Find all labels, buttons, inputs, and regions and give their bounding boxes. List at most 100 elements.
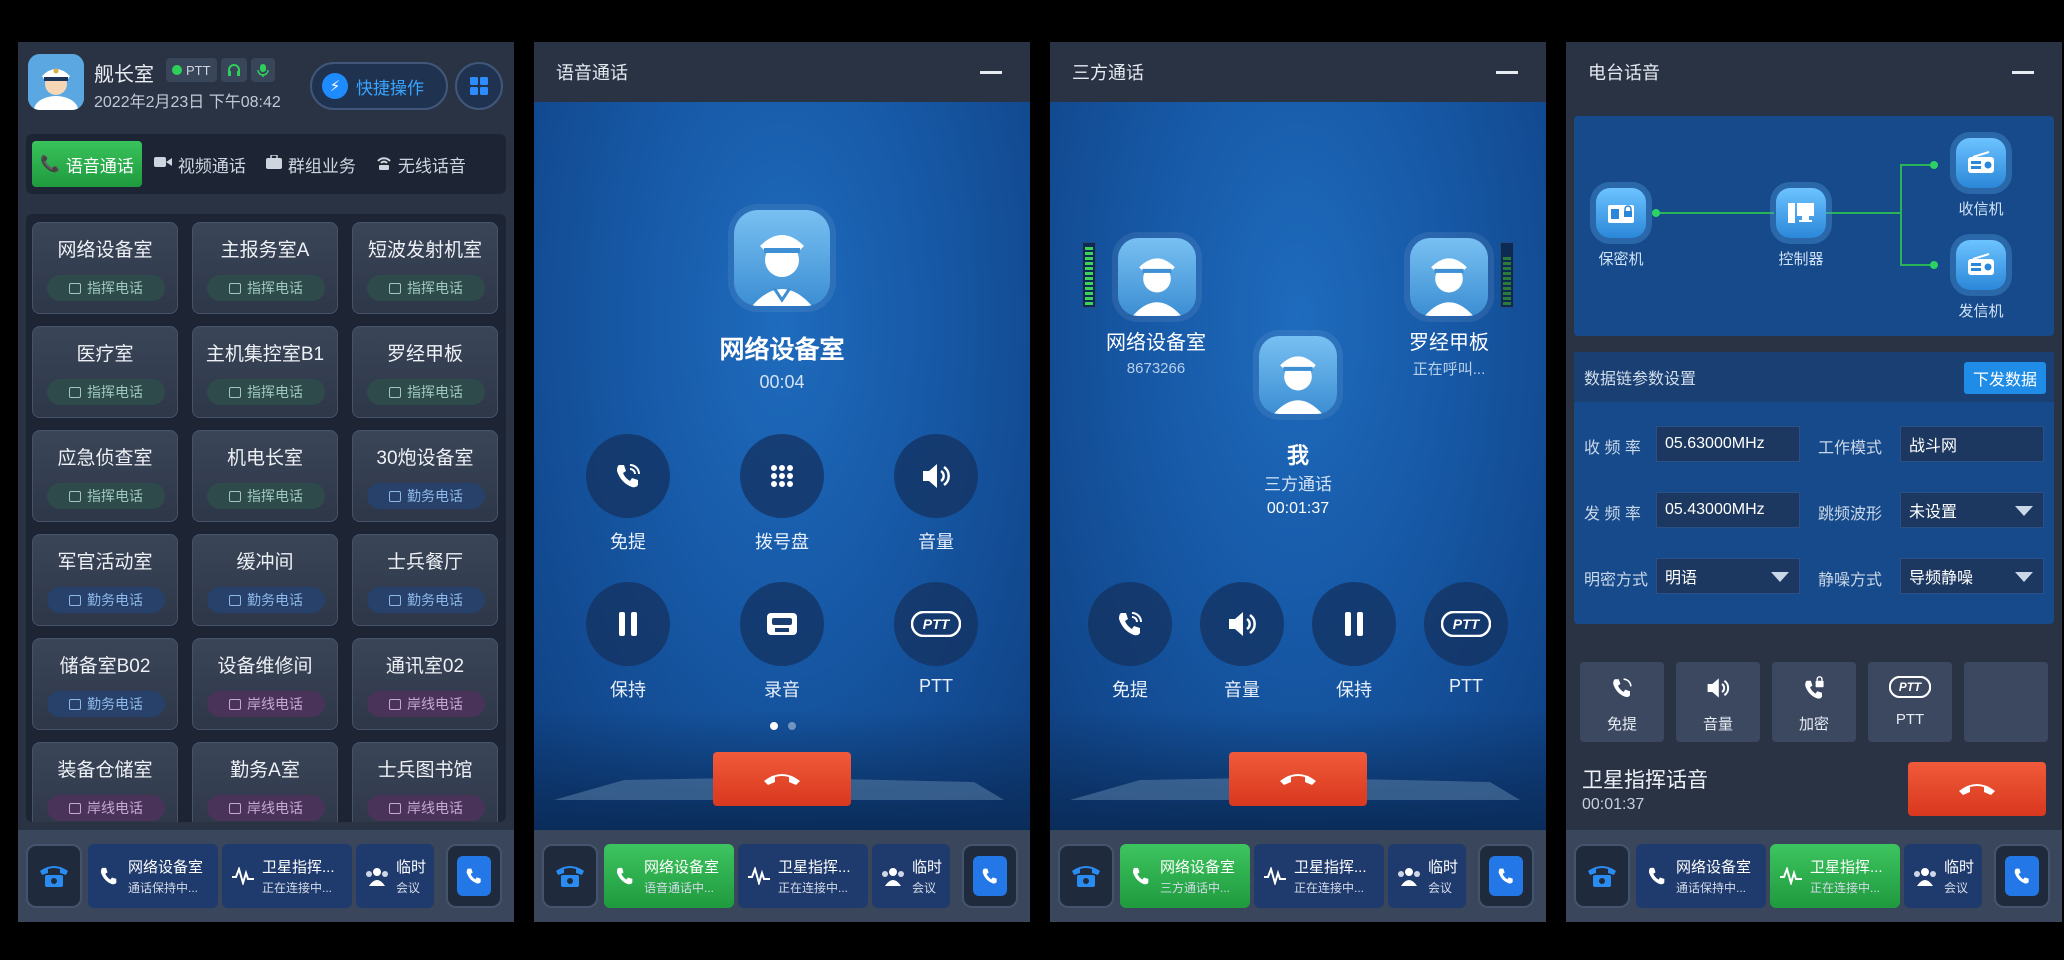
minimize-button[interactable]: [980, 71, 1002, 74]
hold-button[interactable]: 保持: [586, 582, 670, 702]
dialer-button[interactable]: [962, 844, 1018, 908]
sailor-avatar-icon: [1273, 356, 1323, 414]
panel-header: 电台话音: [1566, 42, 2062, 102]
encryption-mode-select[interactable]: 明语: [1656, 558, 1800, 594]
switchboard-button[interactable]: [1574, 844, 1630, 908]
hop-waveform-select[interactable]: 未设置: [1900, 492, 2044, 528]
radio-voice-panel: 电台话音 保密机 控制器 收信机 发信机 数据链参数设置 下发数据 收 频 率 …: [1566, 42, 2062, 922]
call-session-item[interactable]: 网络设备室 语音通话中...: [604, 844, 734, 908]
app-grid-button[interactable]: [455, 62, 503, 110]
contact-card[interactable]: 士兵图书馆 岸线电话: [352, 742, 498, 822]
call-session-item[interactable]: 卫星指挥... 正在连接中...: [1254, 844, 1384, 908]
speakerphone-button[interactable]: 免提: [586, 434, 670, 554]
sailor-avatar-icon: [752, 235, 812, 306]
send-data-button[interactable]: 下发数据: [1964, 362, 2046, 394]
contact-card[interactable]: 军官活动室 勤务电话: [32, 534, 178, 626]
encrypt-button[interactable]: 加密: [1772, 662, 1856, 742]
switchboard-button[interactable]: [26, 844, 82, 908]
call-session-item[interactable]: 临时 会议: [1904, 844, 1982, 908]
tab-voice-call[interactable]: 📞 语音通话: [32, 141, 142, 187]
contact-card[interactable]: 医疗室 指挥电话: [32, 326, 178, 418]
contact-card[interactable]: 应急侦查室 指挥电话: [32, 430, 178, 522]
volume-button[interactable]: 音量: [894, 434, 978, 554]
phone-icon: [2014, 868, 2029, 884]
phone-line-icon: [229, 698, 241, 710]
hangup-button[interactable]: [713, 752, 851, 806]
conference-label: 三方通话: [1264, 475, 1332, 494]
call-session-item[interactable]: 网络设备室 三方通话中...: [1120, 844, 1250, 908]
call-session-title: 临时: [1944, 859, 1975, 876]
quick-action-button[interactable]: ⚡ 快捷操作: [310, 62, 448, 110]
right-audio-level-meter: [1500, 242, 1514, 308]
volume-button[interactable]: 音量: [1676, 662, 1760, 742]
speakerphone-icon: [1119, 612, 1142, 636]
dialpad-button[interactable]: 拨号盘: [740, 434, 824, 554]
tx-frequency-field[interactable]: 05.43000MHz: [1656, 492, 1800, 528]
hangup-button[interactable]: [1908, 762, 2046, 816]
call-session-item[interactable]: 临时 会议: [1388, 844, 1466, 908]
call-session-title: 网络设备室: [128, 859, 204, 876]
contact-card[interactable]: 主机集控室B1 指挥电话: [192, 326, 338, 418]
call-session-item[interactable]: 卫星指挥... 正在连接中...: [738, 844, 868, 908]
contact-card[interactable]: 士兵餐厅 勤务电话: [352, 534, 498, 626]
call-session-item[interactable]: 临时 会议: [872, 844, 950, 908]
phone-line-icon: [389, 490, 401, 502]
avatar[interactable]: [28, 54, 84, 110]
ptt-button[interactable]: PTT PTT: [1424, 582, 1508, 697]
contact-card[interactable]: 勤务A室 岸线电话: [192, 742, 338, 822]
record-button[interactable]: 录音: [740, 582, 824, 702]
speakerphone-button[interactable]: 免提: [1088, 582, 1172, 702]
contact-card[interactable]: 罗经甲板 指挥电话: [352, 326, 498, 418]
participant-right-avatar: [1410, 238, 1488, 316]
tab-video-call[interactable]: 视频通话: [146, 141, 254, 187]
minimize-button[interactable]: [1496, 71, 1518, 74]
dialer-button[interactable]: [1478, 844, 1534, 908]
call-session-item[interactable]: 临时 会议: [356, 844, 434, 908]
call-session-item[interactable]: 卫星指挥... 正在连接中...: [222, 844, 352, 908]
contact-card[interactable]: 储备室B02 勤务电话: [32, 638, 178, 730]
ptt-button[interactable]: PTT PTT: [1868, 662, 1952, 742]
hold-button[interactable]: 保持: [1312, 582, 1396, 702]
node-controller[interactable]: 控制器: [1756, 188, 1846, 269]
contact-card[interactable]: 网络设备室 指挥电话: [32, 222, 178, 314]
switchboard-button[interactable]: [1058, 844, 1114, 908]
contact-card[interactable]: 通讯室02 岸线电话: [352, 638, 498, 730]
callee-avatar: [734, 210, 830, 306]
hangup-icon: [764, 774, 800, 785]
hangup-button[interactable]: [1229, 752, 1367, 806]
ptt-status-badge: PTT: [166, 58, 217, 82]
switchboard-button[interactable]: [542, 844, 598, 908]
contact-card[interactable]: 主报务室A 指挥电话: [192, 222, 338, 314]
node-crypto-machine[interactable]: 保密机: [1576, 188, 1666, 269]
tab-wireless-voice[interactable]: 无线话音: [368, 141, 474, 187]
contact-card[interactable]: 短波发射机室 指挥电话: [352, 222, 498, 314]
contact-card[interactable]: 缓冲间 勤务电话: [192, 534, 338, 626]
call-session-item[interactable]: 卫星指挥... 正在连接中...: [1770, 844, 1900, 908]
dialer-button[interactable]: [1994, 844, 2050, 908]
empty-control-slot: [1964, 662, 2048, 742]
contact-name: 储备室B02: [59, 656, 151, 677]
contact-card[interactable]: 30炮设备室 勤务电话: [352, 430, 498, 522]
volume-button[interactable]: 音量: [1200, 582, 1284, 702]
radio-controls: 免提 音量 加密 PTT PTT: [1580, 662, 2048, 742]
voice-call-panel: 语音通话 网络设备室 00:04 免提 拨号盘 音量 保持 录音 PTT PTT…: [534, 42, 1030, 922]
rx-frequency-field[interactable]: 05.63000MHz: [1656, 426, 1800, 462]
squelch-mode-select[interactable]: 导频静噪: [1900, 558, 2044, 594]
dialer-button[interactable]: [446, 844, 502, 908]
ptt-button[interactable]: PTT PTT: [894, 582, 978, 697]
tab-group-service[interactable]: 群组业务: [258, 141, 364, 187]
telephone-icon: [40, 866, 68, 887]
hangup-icon: [1280, 774, 1316, 785]
call-session-item[interactable]: 网络设备室 通话保持中...: [1636, 844, 1766, 908]
call-session-item[interactable]: 网络设备室 通话保持中...: [88, 844, 218, 908]
contact-name: 设备维修间: [217, 656, 313, 677]
speakerphone-button[interactable]: 免提: [1580, 662, 1664, 742]
contact-card[interactable]: 机电长室 指挥电话: [192, 430, 338, 522]
work-mode-field[interactable]: 战斗网: [1900, 426, 2044, 462]
contact-card[interactable]: 装备仓储室 岸线电话: [32, 742, 178, 822]
node-receiver[interactable]: 收信机: [1936, 138, 2026, 219]
minimize-button[interactable]: [2012, 71, 2034, 74]
contact-card[interactable]: 设备维修间 岸线电话: [192, 638, 338, 730]
status-chips: PTT: [166, 58, 275, 82]
node-transmitter[interactable]: 发信机: [1936, 240, 2026, 321]
